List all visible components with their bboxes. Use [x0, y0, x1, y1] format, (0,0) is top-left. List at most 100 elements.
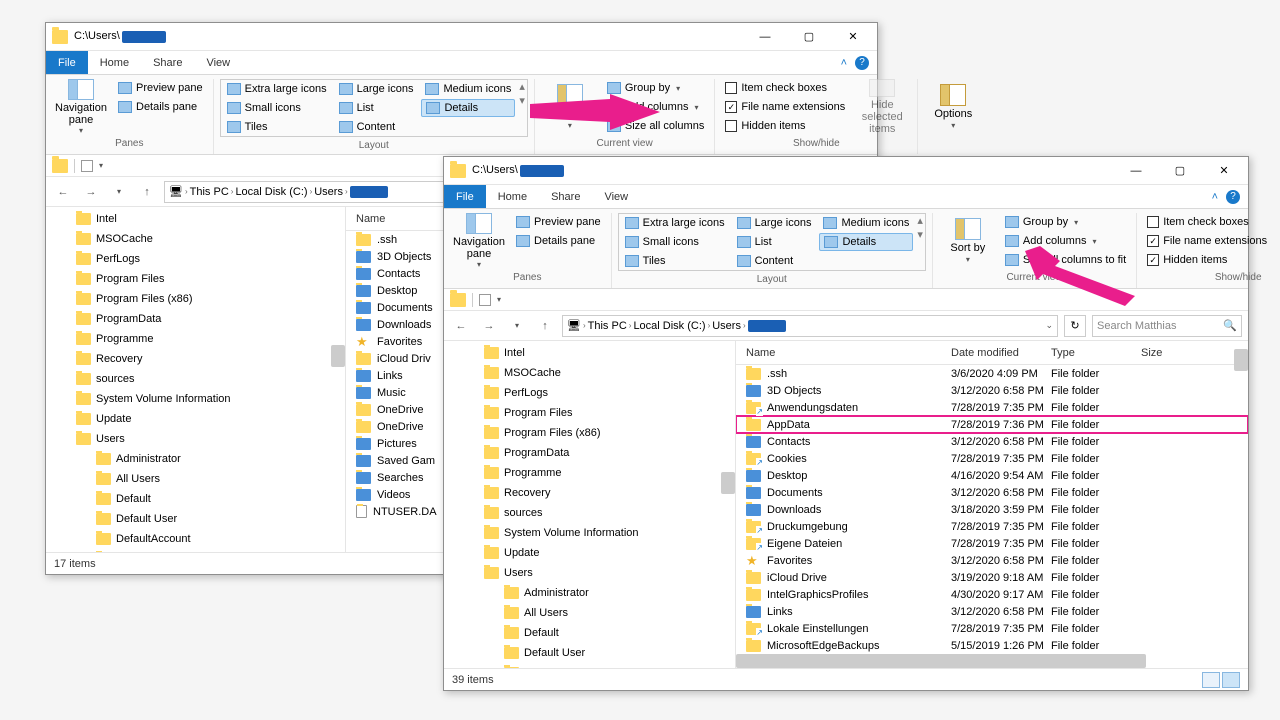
tree-item[interactable]: Administrator: [46, 449, 345, 469]
tree-item[interactable]: Intel: [444, 343, 735, 363]
list-item[interactable]: Lokale Einstellungen7/28/2019 7:35 PMFil…: [736, 620, 1248, 637]
tree-item[interactable]: Default User: [46, 509, 345, 529]
forward-button[interactable]: →: [478, 315, 500, 337]
details-pane-button[interactable]: Details pane: [512, 232, 605, 250]
list-item[interactable]: IntelGraphicsProfiles4/30/2020 9:17 AMFi…: [736, 586, 1248, 603]
details-pane-button[interactable]: Details pane: [114, 98, 207, 116]
column-date[interactable]: Date modified: [951, 347, 1051, 359]
list-item[interactable]: Links3/12/2020 6:58 PMFile folder: [736, 603, 1248, 620]
tree-item[interactable]: sources: [444, 503, 735, 523]
list-item[interactable]: .ssh3/6/2020 4:09 PMFile folder: [736, 365, 1248, 382]
layout-more-icon[interactable]: ▴: [519, 80, 525, 93]
details-option[interactable]: Details: [819, 233, 913, 251]
tree-item[interactable]: Default: [46, 489, 345, 509]
search-icon[interactable]: 🔍: [1223, 319, 1237, 332]
large-icons-option[interactable]: Large icons: [335, 80, 418, 98]
qat-check-icon[interactable]: [81, 160, 93, 172]
recent-locations-button[interactable]: ▾: [506, 315, 528, 337]
tree-item[interactable]: Administrator: [444, 583, 735, 603]
scrollbar-thumb[interactable]: [331, 345, 345, 367]
hidden-items-toggle[interactable]: Hidden items: [721, 117, 849, 135]
options-button[interactable]: Options ▾: [924, 79, 982, 135]
tab-file[interactable]: File: [46, 51, 88, 74]
details-option[interactable]: Details: [421, 99, 515, 117]
layout-more-icon[interactable]: ▴: [917, 214, 923, 227]
tree-item[interactable]: Programme: [46, 329, 345, 349]
breadcrumb-item[interactable]: Users: [314, 186, 343, 198]
recent-locations-button[interactable]: ▾: [108, 181, 130, 203]
file-name-extensions-toggle[interactable]: File name extensions: [721, 98, 849, 116]
list-option[interactable]: List: [335, 99, 418, 117]
refresh-button[interactable]: ↻: [1064, 315, 1086, 337]
tab-share[interactable]: Share: [141, 51, 194, 74]
group-by-button[interactable]: Group by▾: [1001, 213, 1130, 231]
breadcrumb[interactable]: 🖥› This PC› Local Disk (C:)› Users› ⌄: [562, 315, 1058, 337]
item-check-boxes-toggle[interactable]: Item check boxes: [1143, 213, 1271, 231]
back-button[interactable]: ←: [52, 181, 74, 203]
close-button[interactable]: ✕: [831, 23, 875, 51]
list-item[interactable]: Anwendungsdaten7/28/2019 7:35 PMFile fol…: [736, 399, 1248, 416]
minimize-button[interactable]: —: [1114, 157, 1158, 185]
help-icon[interactable]: ?: [855, 56, 869, 70]
tiles-option[interactable]: Tiles: [621, 252, 729, 270]
layout-more-icon[interactable]: ▾: [917, 228, 923, 241]
breadcrumb-item[interactable]: Users: [712, 320, 741, 332]
tiles-option[interactable]: Tiles: [223, 118, 331, 136]
column-size[interactable]: Size: [1141, 347, 1201, 359]
tree-item[interactable]: Program Files (x86): [46, 289, 345, 309]
preview-pane-button[interactable]: Preview pane: [512, 213, 605, 231]
navigation-tree[interactable]: IntelMSOCachePerfLogsProgram FilesProgra…: [46, 207, 346, 552]
hide-selected-button[interactable]: Hide selected items: [853, 79, 911, 135]
list-item[interactable]: Documents3/12/2020 6:58 PMFile folder: [736, 484, 1248, 501]
scrollbar-thumb[interactable]: [721, 472, 735, 494]
tree-item[interactable]: Intel: [46, 209, 345, 229]
list-item[interactable]: Desktop4/16/2020 9:54 AMFile folder: [736, 467, 1248, 484]
qat-more-icon[interactable]: ▾: [99, 161, 103, 170]
list-item[interactable]: Favorites3/12/2020 6:58 PMFile folder: [736, 552, 1248, 569]
content-option[interactable]: Content: [733, 252, 816, 270]
extra-large-icons-option[interactable]: Extra large icons: [621, 214, 729, 232]
help-icon[interactable]: ?: [1226, 190, 1240, 204]
tree-item[interactable]: All Users: [444, 603, 735, 623]
item-check-boxes-toggle[interactable]: Item check boxes: [721, 79, 849, 97]
content-option[interactable]: Content: [335, 118, 418, 136]
forward-button[interactable]: →: [80, 181, 102, 203]
back-button[interactable]: ←: [450, 315, 472, 337]
large-icons-option[interactable]: Large icons: [733, 214, 816, 232]
tree-item[interactable]: Recovery: [46, 349, 345, 369]
view-details-button[interactable]: [1222, 672, 1240, 688]
tab-home[interactable]: Home: [88, 51, 141, 74]
up-button[interactable]: ↑: [136, 181, 158, 203]
tree-item[interactable]: Default: [444, 623, 735, 643]
hidden-items-toggle[interactable]: Hidden items: [1143, 251, 1271, 269]
breadcrumb-item[interactable]: This PC: [588, 320, 627, 332]
tree-item[interactable]: Users: [444, 563, 735, 583]
tree-item[interactable]: defaultuser100001: [46, 549, 345, 552]
view-thumbnails-button[interactable]: [1202, 672, 1220, 688]
tree-item[interactable]: Program Files (x86): [444, 423, 735, 443]
tab-home[interactable]: Home: [486, 185, 539, 208]
tree-item[interactable]: MSOCache: [46, 229, 345, 249]
sort-by-button[interactable]: Sort by ▾: [939, 213, 997, 269]
maximize-button[interactable]: ▢: [787, 23, 831, 51]
tree-item[interactable]: PerfLogs: [46, 249, 345, 269]
tree-item[interactable]: Update: [46, 409, 345, 429]
collapse-ribbon-icon[interactable]: ˄: [1212, 191, 1218, 203]
list-option[interactable]: List: [733, 233, 816, 251]
tree-item[interactable]: ProgramData: [444, 443, 735, 463]
list-item[interactable]: Contacts3/12/2020 6:58 PMFile folder: [736, 433, 1248, 450]
tree-item[interactable]: Program Files: [444, 403, 735, 423]
navigation-pane-button[interactable]: Navigation pane ▾: [52, 79, 110, 135]
tree-item[interactable]: Update: [444, 543, 735, 563]
list-item[interactable]: 3D Objects3/12/2020 6:58 PMFile folder: [736, 382, 1248, 399]
qat-more-icon[interactable]: ▾: [497, 295, 501, 304]
tree-item[interactable]: All Users: [46, 469, 345, 489]
scrollbar-thumb[interactable]: [1234, 349, 1248, 371]
minimize-button[interactable]: —: [743, 23, 787, 51]
tree-item[interactable]: Recovery: [444, 483, 735, 503]
breadcrumb-item[interactable]: [350, 186, 388, 198]
tree-item[interactable]: sources: [46, 369, 345, 389]
address-dropdown-icon[interactable]: ⌄: [1045, 320, 1053, 331]
tab-view[interactable]: View: [592, 185, 640, 208]
tab-view[interactable]: View: [194, 51, 242, 74]
